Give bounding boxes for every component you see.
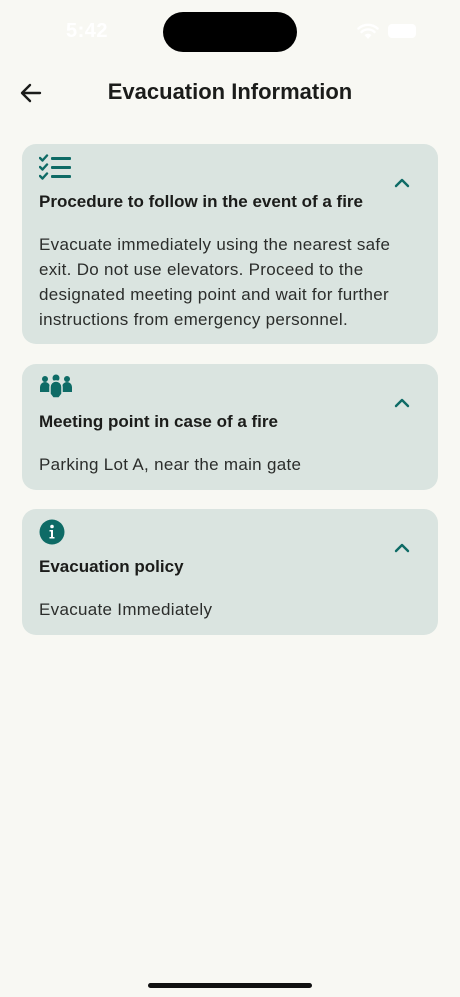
section-body: Evacuate immediately using the nearest s… bbox=[39, 235, 391, 329]
group-icon bbox=[40, 374, 72, 399]
info-icon bbox=[39, 519, 65, 545]
status-bar: 5:42 bbox=[0, 0, 460, 62]
header: Evacuation Information bbox=[0, 62, 460, 124]
dynamic-island bbox=[163, 12, 297, 52]
section-header-procedure[interactable]: Procedure to follow in the event of a fi… bbox=[22, 144, 438, 212]
home-indicator[interactable] bbox=[148, 983, 312, 988]
chevron-up-icon[interactable] bbox=[394, 541, 410, 553]
chevron-up-icon[interactable] bbox=[394, 176, 410, 188]
section-card-procedure: Procedure to follow in the event of a fi… bbox=[22, 144, 438, 344]
wifi-icon bbox=[357, 23, 379, 39]
section-header-policy[interactable]: Evacuation policy bbox=[22, 509, 438, 577]
section-card-meeting-point: Meeting point in case of a fire Parking … bbox=[22, 364, 438, 490]
status-time: 5:42 bbox=[66, 20, 109, 42]
section-title: Meeting point in case of a fire bbox=[39, 412, 278, 431]
section-title: Procedure to follow in the event of a fi… bbox=[39, 192, 363, 211]
section-header-meeting-point[interactable]: Meeting point in case of a fire bbox=[22, 364, 438, 432]
section-card-policy: Evacuation policy Evacuate Immediately bbox=[22, 509, 438, 635]
section-body: Evacuate Immediately bbox=[39, 600, 213, 619]
page-title: Evacuation Information bbox=[107, 79, 353, 104]
section-body: Parking Lot A, near the main gate bbox=[39, 455, 302, 474]
battery-icon bbox=[388, 24, 416, 38]
chevron-up-icon[interactable] bbox=[394, 396, 410, 408]
section-title: Evacuation policy bbox=[39, 557, 184, 576]
checklist-icon bbox=[39, 154, 71, 180]
